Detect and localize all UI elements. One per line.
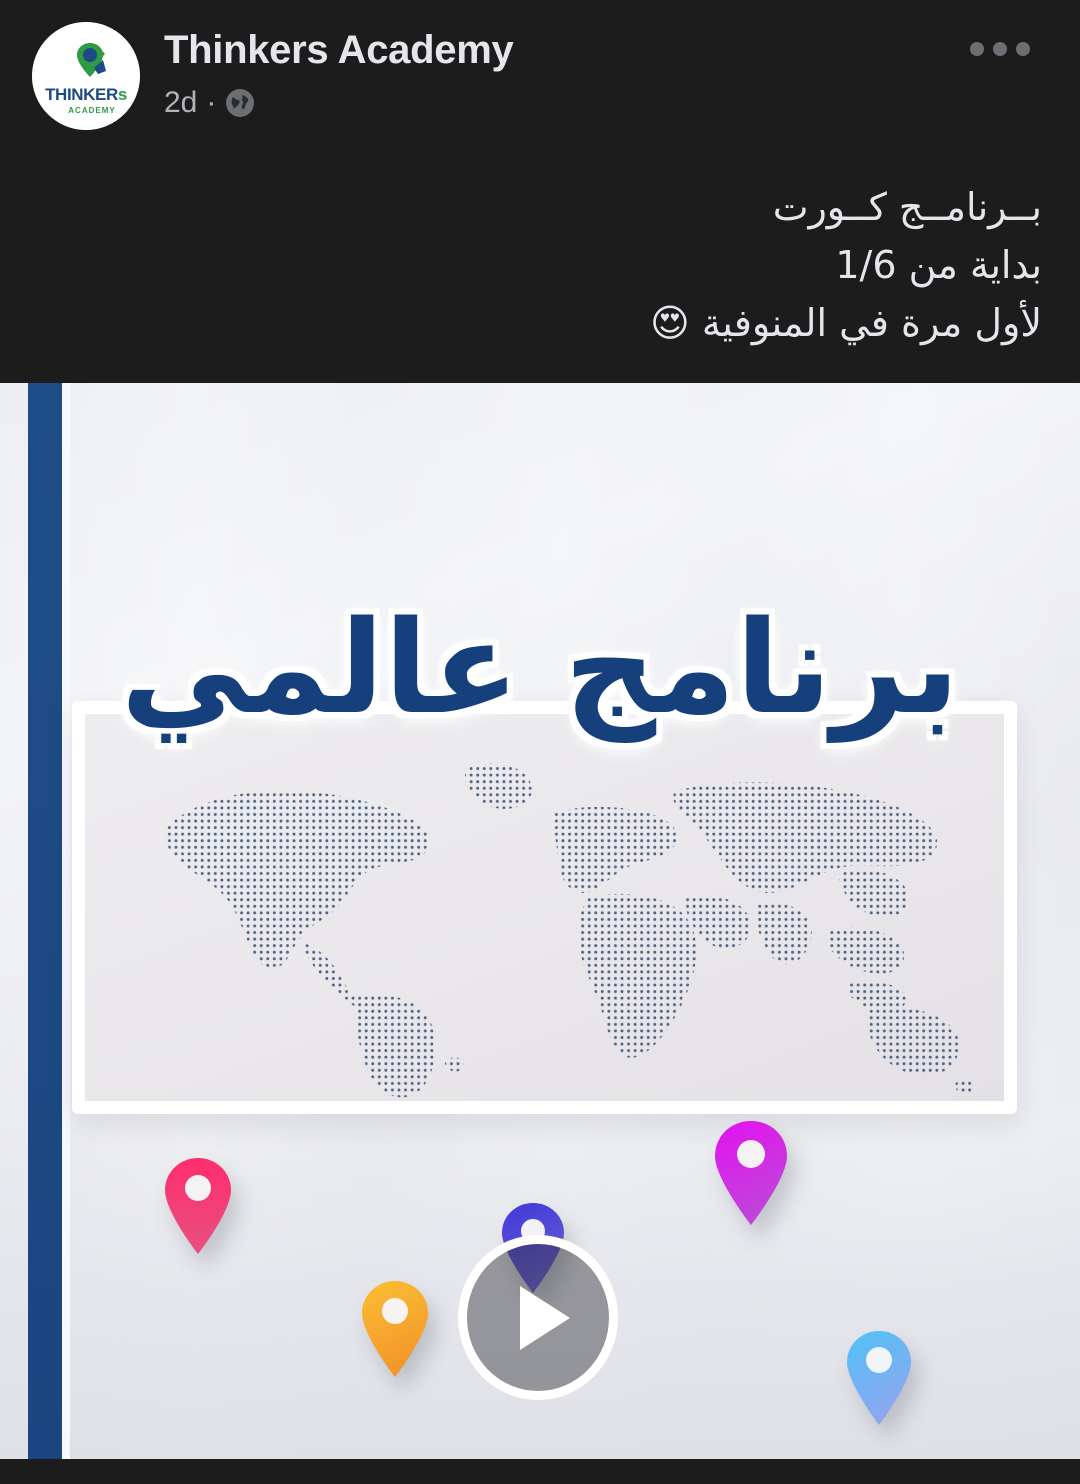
more-dot-1 bbox=[970, 42, 984, 56]
accent-stripe bbox=[28, 383, 62, 1459]
dotted-world-map bbox=[85, 714, 1004, 1101]
svg-text:THINKERs: THINKERs bbox=[45, 85, 127, 104]
post-meta: 2d · bbox=[164, 88, 255, 118]
post-text-line-3: لأول مرة في المنوفية 😍 bbox=[650, 301, 1042, 345]
post-text-line-1: بــرنامــج كــورت bbox=[772, 185, 1042, 229]
post-timestamp[interactable]: 2d bbox=[164, 88, 197, 118]
meta-separator: · bbox=[206, 86, 217, 119]
map-pin-red-icon bbox=[165, 1158, 231, 1254]
play-triangle bbox=[520, 1285, 570, 1350]
map-pin-magenta-icon bbox=[715, 1121, 787, 1225]
post-text: بــرنامــج كــورت بداية من 1/6 لأول مرة … bbox=[42, 178, 1042, 352]
more-dot-2 bbox=[993, 42, 1007, 56]
more-options-icon[interactable] bbox=[970, 32, 1030, 66]
post-text-line-2: بداية من 1/6 bbox=[835, 243, 1042, 287]
map-pin-cyan-icon bbox=[847, 1331, 911, 1425]
world-map-card bbox=[72, 701, 1017, 1114]
svg-text:ACADEMY: ACADEMY bbox=[68, 106, 115, 115]
globe-icon[interactable] bbox=[225, 88, 255, 118]
play-icon[interactable] bbox=[458, 1235, 618, 1400]
bottom-strip bbox=[0, 1459, 1080, 1484]
video-thumbnail[interactable]: برنامج عالمي bbox=[0, 383, 1080, 1459]
facebook-post-screen: THINKERs ACADEMY Thinkers Academy 2d · ب… bbox=[0, 0, 1080, 1484]
accent-stripe-gap bbox=[62, 383, 70, 1459]
map-pin-orange-icon bbox=[362, 1281, 428, 1377]
avatar[interactable]: THINKERs ACADEMY bbox=[32, 22, 140, 130]
author-name[interactable]: Thinkers Academy bbox=[164, 26, 514, 74]
more-dot-3 bbox=[1016, 42, 1030, 56]
